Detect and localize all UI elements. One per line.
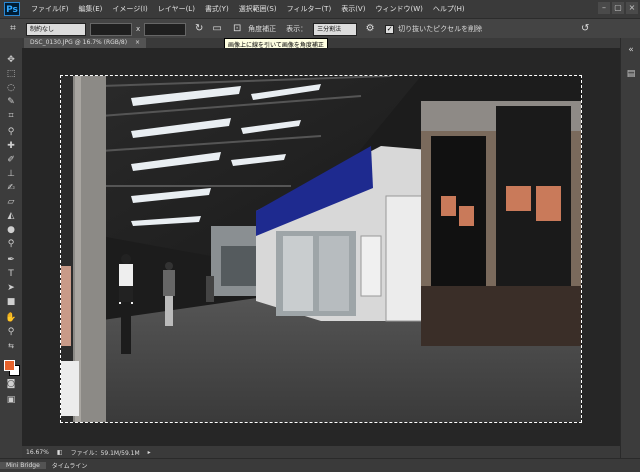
menu-help[interactable]: ヘルプ(H) <box>428 4 470 14</box>
delete-cropped-checkbox[interactable]: ✓ <box>385 24 395 34</box>
maximize-icon[interactable]: ▢ <box>612 2 624 14</box>
move-tool-icon[interactable]: ✥ <box>4 54 18 66</box>
quick-mask-icon[interactable]: ◙ <box>4 378 18 390</box>
eyedropper-tool-icon[interactable]: ⚲ <box>4 126 18 138</box>
info-icon[interactable]: ◧ <box>57 449 63 456</box>
menu-select[interactable]: 選択範囲(S) <box>234 4 282 14</box>
tab-mini-bridge[interactable]: Mini Bridge <box>0 462 46 469</box>
pen-tool-icon[interactable]: ✒ <box>4 254 18 266</box>
hand-tool-icon[interactable]: ✋ <box>4 312 18 324</box>
foreground-color-swatch[interactable] <box>4 360 15 371</box>
tab-timeline[interactable]: タイムライン <box>46 461 94 470</box>
status-bar: 16.67% ◧ ファイル：59.1M/59.1M ▸ <box>22 446 620 458</box>
panel-collapse-icon[interactable]: « <box>624 44 638 56</box>
healing-tool-icon[interactable]: ✚ <box>4 140 18 152</box>
zoom-level[interactable]: 16.67% <box>26 449 49 456</box>
height-input[interactable] <box>144 22 187 36</box>
app-logo: Ps <box>4 2 20 16</box>
ratio-select[interactable]: 制約なし <box>26 22 86 36</box>
status-menu-arrow-icon[interactable]: ▸ <box>148 449 151 456</box>
screen-mode-icon[interactable]: ▣ <box>4 394 18 406</box>
path-select-icon[interactable]: ➤ <box>4 282 18 294</box>
menu-type[interactable]: 書式(Y) <box>200 4 234 14</box>
eraser-tool-icon[interactable]: ▱ <box>4 196 18 208</box>
dodge-tool-icon[interactable]: ⚲ <box>4 238 18 250</box>
tools-panel: ✥ ⬚ ◌ ✎ ⌗ ⚲ ✚ ✐ ⊥ ✍ ▱ ◭ ● ⚲ ✒ T ➤ ■ ✋ ⚲ … <box>0 38 23 458</box>
file-size: ファイル：59.1M/59.1M <box>70 449 140 457</box>
clear-button[interactable]: ▭ <box>210 22 224 36</box>
menu-bar: Ps ファイル(F) 編集(E) イメージ(I) レイヤー(L) 書式(Y) 選… <box>0 0 640 18</box>
menu-view[interactable]: 表示(V) <box>336 4 370 14</box>
type-tool-icon[interactable]: T <box>4 268 18 280</box>
zoom-tool-icon[interactable]: ⚲ <box>4 326 18 338</box>
marquee-tool-icon[interactable]: ⬚ <box>4 68 18 80</box>
menu-file[interactable]: ファイル(F) <box>26 4 74 14</box>
main-menu: ファイル(F) 編集(E) イメージ(I) レイヤー(L) 書式(Y) 選択範囲… <box>26 4 470 14</box>
photo-station-platform <box>61 76 581 422</box>
document-tab[interactable]: DSC_0130.JPG @ 16.7% (RGB/8) × <box>24 38 147 48</box>
menu-window[interactable]: ウィンドウ(W) <box>370 4 427 14</box>
menu-edit[interactable]: 編集(E) <box>74 4 108 14</box>
document-title: DSC_0130.JPG @ 16.7% (RGB/8) <box>30 39 128 46</box>
menu-layer[interactable]: レイヤー(L) <box>153 4 200 14</box>
swap-icon[interactable]: ↻ <box>192 22 206 36</box>
history-panel-icon[interactable]: ▤ <box>624 68 638 80</box>
minimize-icon[interactable]: – <box>598 2 610 14</box>
lasso-tool-icon[interactable]: ◌ <box>4 82 18 94</box>
gear-icon[interactable]: ⚙ <box>363 22 377 36</box>
width-input[interactable] <box>90 22 132 36</box>
right-panel-dock: « ▤ <box>620 38 640 458</box>
history-brush-icon[interactable]: ✍ <box>4 182 18 194</box>
straighten-icon[interactable]: ⊡ <box>230 22 244 36</box>
view-select[interactable]: 三分割法 <box>313 22 358 36</box>
reset-icon[interactable]: ↺ <box>578 22 592 36</box>
shape-tool-icon[interactable]: ■ <box>4 296 18 308</box>
menu-filter[interactable]: フィルター(T) <box>282 4 337 14</box>
crop-tool-preset-icon[interactable]: ⌗ <box>6 22 20 36</box>
paint-bucket-icon[interactable]: ◭ <box>4 210 18 222</box>
delete-cropped-label: 切り抜いたピクセルを削除 <box>398 25 483 33</box>
stamp-tool-icon[interactable]: ⊥ <box>4 168 18 180</box>
brush-tool-icon[interactable]: ✐ <box>4 154 18 166</box>
blur-tool-icon[interactable]: ● <box>4 224 18 236</box>
swap-symbol[interactable]: x <box>136 25 140 33</box>
close-window-icon[interactable]: × <box>626 2 638 14</box>
options-bar: ⌗ 制約なし x ↻ ▭ ⊡ 角度補正 表示： 三分割法 ⚙ ✓ 切り抜いたピク… <box>0 18 640 40</box>
straighten-label: 角度補正 <box>248 25 277 33</box>
bottom-panel-tabs: Mini Bridge タイムライン <box>0 458 640 472</box>
quick-select-tool-icon[interactable]: ✎ <box>4 96 18 108</box>
window-controls: – ▢ × <box>598 2 638 14</box>
menu-image[interactable]: イメージ(I) <box>107 4 152 14</box>
document-image[interactable] <box>60 75 582 423</box>
view-label: 表示： <box>286 25 308 33</box>
swap-colors-icon[interactable]: ⇆ <box>4 340 18 352</box>
crop-tool-icon[interactable]: ⌗ <box>4 110 18 122</box>
close-tab-icon[interactable]: × <box>135 39 140 46</box>
